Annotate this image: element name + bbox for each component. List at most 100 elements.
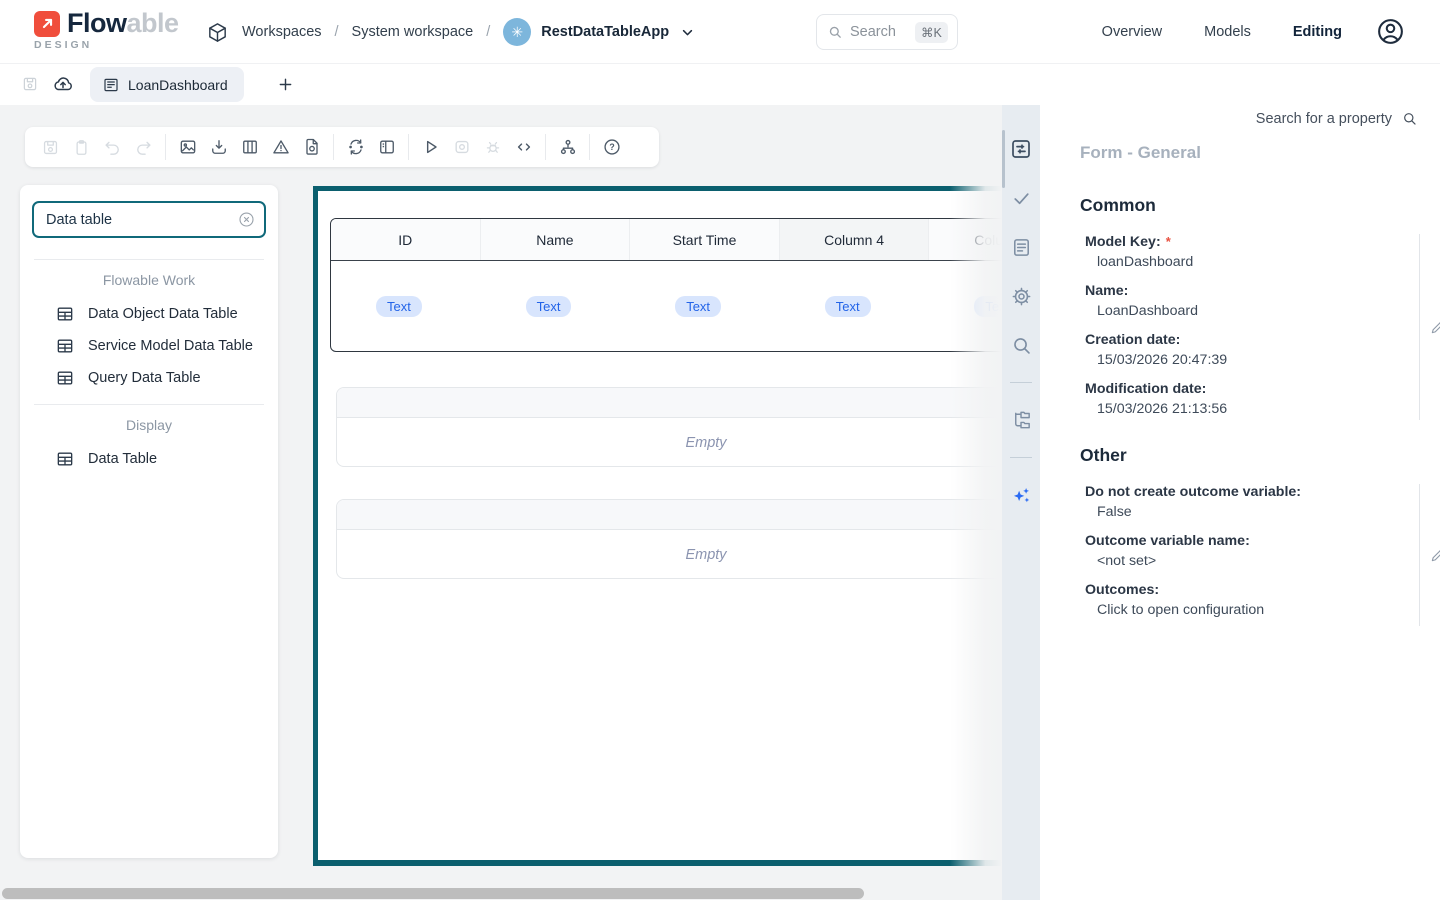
data-table-icon bbox=[55, 336, 75, 356]
breadcrumb-workspaces[interactable]: Workspaces bbox=[242, 24, 322, 40]
common-field-group: Model Key:* loanDashboard Name: LoanDash… bbox=[1085, 232, 1420, 422]
horizontal-scrollbar[interactable] bbox=[2, 888, 864, 899]
form-properties-icon[interactable] bbox=[1007, 135, 1035, 163]
clear-search-icon[interactable] bbox=[237, 210, 256, 229]
palette-item-service-model-data-table[interactable]: Service Model Data Table bbox=[20, 330, 278, 362]
split-view-icon[interactable] bbox=[371, 132, 402, 162]
app-switcher[interactable]: ✳ RestDataTableApp bbox=[503, 18, 696, 46]
data-table-header-row: ID Name Start Time Column 4 Column 5 bbox=[331, 219, 1002, 261]
field-outcome-variable-name: Outcome variable name: <not set> bbox=[1085, 531, 1420, 571]
breadcrumb-separator: / bbox=[335, 24, 339, 40]
edit-pencil-icon[interactable] bbox=[1429, 318, 1440, 336]
empty-form-panel[interactable]: Empty bbox=[336, 499, 1002, 579]
column-header[interactable]: Column 4 bbox=[780, 219, 930, 260]
data-table-icon bbox=[55, 449, 75, 469]
edit-pencil-icon[interactable] bbox=[1429, 546, 1440, 564]
panel-empty-label: Empty bbox=[337, 418, 1002, 467]
data-table-icon bbox=[55, 368, 75, 388]
svg-text:?: ? bbox=[609, 142, 614, 152]
palette-item-label: Service Model Data Table bbox=[88, 338, 253, 354]
column-header[interactable]: Name bbox=[481, 219, 631, 260]
field-outcomes: Outcomes: Click to open configuration bbox=[1085, 580, 1420, 620]
data-table-icon bbox=[55, 304, 75, 324]
rail-separator bbox=[1010, 457, 1032, 458]
panel-empty-label: Empty bbox=[337, 530, 1002, 579]
palette-item-data-object-data-table[interactable]: Data Object Data Table bbox=[20, 298, 278, 330]
save-model-button bbox=[17, 71, 43, 97]
flowable-logo-icon bbox=[34, 11, 60, 37]
palette-search[interactable] bbox=[32, 201, 266, 238]
field-value-link[interactable]: Click to open configuration bbox=[1085, 600, 1420, 620]
palette-item-data-table[interactable]: Data Table bbox=[20, 443, 278, 475]
code-icon[interactable] bbox=[508, 132, 539, 162]
field-modification-date: Modification date: 15/03/2026 21:13:56 bbox=[1085, 379, 1420, 419]
app-name: RestDataTableApp bbox=[541, 24, 669, 40]
undo-icon bbox=[97, 132, 128, 162]
import-icon[interactable] bbox=[203, 132, 234, 162]
model-tree-icon[interactable] bbox=[1007, 406, 1035, 434]
publish-cloud-button[interactable] bbox=[50, 71, 76, 97]
field-value: loanDashboard bbox=[1085, 252, 1420, 272]
field-value: <not set> bbox=[1085, 551, 1420, 571]
column-header[interactable]: Column 5 bbox=[929, 219, 1002, 260]
toolbar-separator bbox=[408, 134, 409, 160]
play-icon[interactable] bbox=[415, 132, 446, 162]
palette-item-label: Data Object Data Table bbox=[88, 306, 238, 322]
breadcrumb-system-workspace[interactable]: System workspace bbox=[352, 24, 474, 40]
ai-sparkles-icon[interactable] bbox=[1007, 481, 1035, 509]
brand-name: Flowable bbox=[67, 10, 179, 37]
search-shortcut-badge: ⌘K bbox=[915, 22, 948, 43]
user-profile-button[interactable] bbox=[1375, 16, 1406, 47]
form-canvas[interactable]: ID Name Start Time Column 4 Column 5 Tex… bbox=[313, 186, 1002, 866]
nav-editing[interactable]: Editing bbox=[1293, 24, 1342, 40]
other-field-group: Do not create outcome variable: False Ou… bbox=[1085, 482, 1420, 628]
app-avatar: ✳ bbox=[503, 18, 531, 46]
global-search-input[interactable] bbox=[850, 24, 908, 40]
palette-group-title: Display bbox=[20, 405, 278, 443]
documentation-icon[interactable] bbox=[1007, 233, 1035, 261]
tab-label: LoanDashboard bbox=[128, 77, 228, 93]
component-palette: Flowable Work Data Object Data Table Ser… bbox=[20, 185, 278, 858]
properties-icon-rail bbox=[1002, 105, 1040, 900]
global-search[interactable]: ⌘K bbox=[816, 14, 958, 50]
breadcrumb: Workspaces / System workspace / ✳ RestDa… bbox=[206, 0, 696, 64]
text-type-chip: Text bbox=[974, 296, 1002, 317]
model-tab-bar: LoanDashboard bbox=[0, 64, 1440, 105]
group-divider bbox=[1419, 234, 1420, 420]
empty-form-panel[interactable]: Empty bbox=[336, 387, 1002, 467]
chevron-down-icon bbox=[679, 24, 696, 41]
new-tab-button[interactable] bbox=[272, 71, 298, 97]
field-value: 15/03/2026 20:47:39 bbox=[1085, 350, 1420, 370]
tab-loandashboard[interactable]: LoanDashboard bbox=[90, 67, 244, 102]
data-table-widget[interactable]: ID Name Start Time Column 4 Column 5 Tex… bbox=[330, 218, 1002, 352]
field-name: Name: LoanDashboard bbox=[1085, 281, 1420, 321]
panel-header-strip bbox=[337, 500, 1002, 530]
field-value: 15/03/2026 21:13:56 bbox=[1085, 399, 1420, 419]
nav-overview[interactable]: Overview bbox=[1102, 24, 1162, 40]
text-type-chip: Text bbox=[825, 296, 871, 317]
settings-gear-icon[interactable] bbox=[1007, 282, 1035, 310]
nav-models[interactable]: Models bbox=[1204, 24, 1251, 40]
palette-search-input[interactable] bbox=[46, 212, 237, 228]
hierarchy-icon[interactable] bbox=[552, 132, 583, 162]
search-properties-icon[interactable] bbox=[1007, 331, 1035, 359]
columns-icon[interactable] bbox=[234, 132, 265, 162]
form-doc-icon bbox=[102, 76, 120, 94]
validation-check-icon[interactable] bbox=[1007, 184, 1035, 212]
palette-group-title: Flowable Work bbox=[20, 260, 278, 298]
palette-item-query-data-table[interactable]: Query Data Table bbox=[20, 362, 278, 394]
redo-icon bbox=[128, 132, 159, 162]
help-icon[interactable]: ? bbox=[596, 132, 627, 162]
text-type-chip: Text bbox=[376, 296, 422, 317]
column-header[interactable]: ID bbox=[331, 219, 481, 260]
flows-icon[interactable] bbox=[340, 132, 371, 162]
save-icon bbox=[35, 132, 66, 162]
panel-header-strip bbox=[337, 388, 1002, 418]
column-header[interactable]: Start Time bbox=[630, 219, 780, 260]
palette-item-label: Data Table bbox=[88, 451, 157, 467]
validation-warnings-icon[interactable] bbox=[265, 132, 296, 162]
document-check-icon[interactable] bbox=[296, 132, 327, 162]
section-title-other: Other bbox=[1080, 445, 1127, 466]
image-icon[interactable] bbox=[172, 132, 203, 162]
property-search[interactable]: Search for a property bbox=[1256, 110, 1418, 127]
